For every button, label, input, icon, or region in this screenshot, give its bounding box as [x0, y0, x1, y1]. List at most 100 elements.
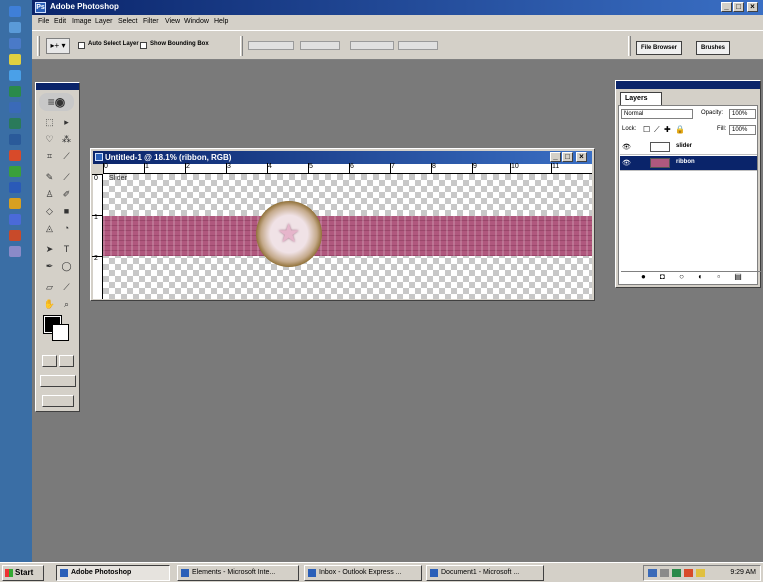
desktop-shortcut-icon[interactable] — [9, 166, 21, 177]
history-brush-tool-icon[interactable]: ✐ — [59, 187, 74, 201]
taskbar-item-photoshop[interactable]: Adobe Photoshop — [56, 565, 170, 581]
lasso-tool-icon[interactable]: ♡ — [42, 132, 57, 146]
jump-to-imageready-button[interactable] — [42, 395, 74, 407]
layer-row-ribbon[interactable]: 👁 ribbon — [620, 156, 757, 171]
tray-app-icon[interactable] — [672, 569, 681, 577]
lock-image-icon[interactable]: ⟋ — [654, 125, 660, 135]
menu-layer[interactable]: Layer — [95, 18, 113, 25]
shape-tool-icon[interactable]: ◯ — [59, 259, 74, 273]
desktop-shortcut-icon[interactable] — [9, 182, 21, 193]
doc-close-button[interactable]: × — [576, 152, 587, 162]
toolbox-titlebar[interactable] — [36, 83, 79, 90]
desktop-shortcut-icon[interactable] — [9, 70, 21, 81]
hand-tool-icon[interactable]: ✋ — [42, 297, 57, 311]
desktop-shortcut-icon[interactable] — [9, 102, 21, 113]
notes-tool-icon[interactable]: ▱ — [42, 280, 57, 294]
menu-help[interactable]: Help — [214, 18, 228, 25]
menu-view[interactable]: View — [165, 18, 180, 25]
image-canvas[interactable]: Slider ★ — [103, 174, 592, 299]
tray-network-icon[interactable] — [648, 569, 657, 577]
zoom-tool-icon[interactable]: ⌕ — [59, 297, 74, 311]
magic-wand-tool-icon[interactable]: ⁂ — [59, 132, 74, 146]
lock-all-icon[interactable]: 🔒 — [675, 125, 685, 134]
auto-select-layer-checkbox[interactable] — [78, 42, 85, 49]
show-bounding-box-checkbox[interactable] — [140, 42, 147, 49]
slice-tool-icon[interactable]: ⟋ — [59, 149, 74, 163]
desktop-shortcut-icon[interactable] — [9, 198, 21, 209]
ribbon-layer-graphic[interactable] — [103, 216, 592, 256]
menu-window[interactable]: Window — [184, 18, 209, 25]
close-button[interactable]: × — [747, 2, 758, 12]
align-layers-icon[interactable] — [300, 41, 340, 50]
align-layers-icon[interactable] — [248, 41, 294, 50]
marquee-tool-icon[interactable]: ⬚ — [42, 115, 57, 129]
menu-edit[interactable]: Edit — [54, 18, 66, 25]
horizontal-ruler[interactable]: 0 1 2 3 4 5 6 7 8 9 10 11 — [103, 163, 592, 174]
desktop-shortcut-icon[interactable] — [9, 118, 21, 129]
desktop-shortcut-icon[interactable] — [9, 86, 21, 97]
screen-mode-buttons[interactable] — [40, 375, 76, 387]
desktop-shortcut-icon[interactable] — [9, 230, 21, 241]
background-color-swatch[interactable] — [52, 324, 69, 341]
clone-stamp-tool-icon[interactable]: ♙ — [42, 187, 57, 201]
tool-preset-picker[interactable]: ▸+ ▾ — [46, 38, 70, 54]
lock-position-icon[interactable]: ✚ — [664, 125, 671, 134]
fill-input[interactable]: 100% — [729, 125, 756, 135]
menu-image[interactable]: Image — [72, 18, 91, 25]
desktop-shortcut-icon[interactable] — [9, 22, 21, 33]
visibility-eye-icon[interactable]: 👁 — [622, 143, 631, 151]
file-browser-tab[interactable]: File Browser — [636, 41, 683, 55]
lock-transparency-icon[interactable]: ☐ — [643, 125, 650, 134]
type-tool-icon[interactable]: T — [59, 242, 74, 256]
desktop-shortcut-icon[interactable] — [9, 38, 21, 49]
taskbar-item-elements[interactable]: Elements - Microsoft Inte... — [177, 565, 299, 581]
clock[interactable]: 9:29 AM — [730, 566, 756, 580]
menu-select[interactable]: Select — [118, 18, 137, 25]
blur-tool-icon[interactable]: ◬ — [42, 221, 57, 235]
dodge-tool-icon[interactable]: ◔ — [59, 221, 74, 235]
layer-row-slider[interactable]: 👁 slider — [620, 140, 757, 155]
doc-maximize-button[interactable]: □ — [562, 152, 573, 162]
menu-file[interactable]: File — [38, 18, 49, 25]
layers-palette-titlebar[interactable] — [616, 81, 760, 89]
start-button[interactable]: Start — [2, 565, 44, 581]
crop-tool-icon[interactable]: ⌗ — [42, 149, 57, 163]
pen-tool-icon[interactable]: ✒ — [42, 259, 57, 273]
visibility-eye-icon[interactable]: 👁 — [622, 159, 631, 167]
minimize-button[interactable]: _ — [721, 2, 732, 12]
quick-mask-mode-button[interactable] — [59, 355, 74, 367]
taskbar-item-word[interactable]: Document1 - Microsoft ... — [426, 565, 544, 581]
ie-icon[interactable] — [9, 6, 21, 17]
desktop-shortcut-icon[interactable] — [9, 214, 21, 225]
opacity-input[interactable]: 100% — [729, 109, 756, 119]
layers-footer-buttons[interactable]: ● ◘ ○ ◐ ▫ ▤ — [621, 271, 761, 281]
layers-tab[interactable]: Layers — [620, 92, 662, 105]
move-tool-icon[interactable]: ▸ — [59, 115, 74, 129]
distribute-layers-icon[interactable] — [350, 41, 394, 50]
taskbar-item-outlook[interactable]: Inbox - Outlook Express ... — [304, 565, 422, 581]
app-titlebar[interactable]: Ps Adobe Photoshop _ □ × — [32, 0, 763, 15]
brushes-tab[interactable]: Brushes — [696, 41, 731, 55]
eraser-tool-icon[interactable]: ◇ — [42, 204, 57, 218]
eyedropper-tool-icon[interactable]: ⟋ — [59, 280, 74, 294]
desktop-shortcut-icon[interactable] — [9, 134, 21, 145]
desktop-shortcut-icon[interactable] — [9, 246, 21, 257]
tray-app-icon[interactable] — [684, 569, 693, 577]
adobe-eye-logo-icon[interactable]: ≡◉ — [39, 93, 74, 111]
vertical-ruler[interactable]: 0 1 2 — [92, 174, 103, 299]
healing-brush-tool-icon[interactable]: ✎ — [42, 170, 57, 184]
desktop-shortcut-icon[interactable] — [9, 54, 21, 65]
desktop-shortcut-icon[interactable] — [9, 150, 21, 161]
options-grip[interactable] — [37, 36, 40, 56]
standard-mode-button[interactable] — [42, 355, 57, 367]
path-selection-tool-icon[interactable]: ➤ — [42, 242, 57, 256]
menu-filter[interactable]: Filter — [143, 18, 159, 25]
doc-minimize-button[interactable]: _ — [550, 152, 561, 162]
blend-mode-select[interactable]: Normal — [621, 109, 693, 119]
maximize-button[interactable]: □ — [733, 2, 744, 12]
tray-app-icon[interactable] — [696, 569, 705, 577]
slider-knob-graphic[interactable]: ★ — [256, 201, 322, 267]
gradient-tool-icon[interactable]: ■ — [59, 204, 74, 218]
brush-tool-icon[interactable]: ⟋ — [59, 170, 74, 184]
tray-volume-icon[interactable] — [660, 569, 669, 577]
